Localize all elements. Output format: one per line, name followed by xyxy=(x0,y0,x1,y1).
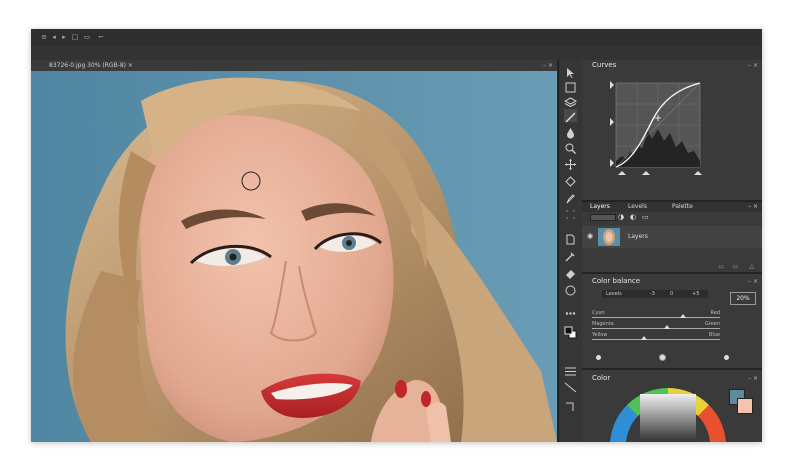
layers-tool-icon[interactable] xyxy=(563,94,578,108)
layer-link-icon[interactable]: ▭ xyxy=(642,213,649,221)
color-panel-title: Color xyxy=(592,374,611,382)
line-tool-icon[interactable] xyxy=(564,379,577,393)
zoom-tool-icon[interactable] xyxy=(564,140,577,154)
curves-panel-title: Curves xyxy=(592,61,617,69)
levels-value-2[interactable]: 0 xyxy=(670,290,673,298)
layers-panel-controls[interactable]: – × xyxy=(748,203,758,210)
color-balance-panel-header: Color balance – × xyxy=(582,276,762,287)
tab-levels[interactable]: Levels xyxy=(628,203,647,210)
eyedropper-tool-icon[interactable] xyxy=(564,248,577,262)
redo-icon[interactable]: ▸ xyxy=(60,33,68,41)
tab-layers[interactable]: Layers xyxy=(590,203,610,210)
duplicate-layer-icon[interactable]: ▭ xyxy=(732,263,738,270)
blue-label: Blue xyxy=(708,332,720,338)
magenta-green-thumb[interactable] xyxy=(664,325,670,329)
marquee-tool-icon[interactable] xyxy=(564,79,577,93)
dotted-separator-icon xyxy=(564,206,577,219)
drop-tool-icon[interactable] xyxy=(564,124,577,139)
move-tool-icon[interactable] xyxy=(564,156,577,170)
layers-panel-tabs: Layers Levels Palette – × xyxy=(582,202,762,212)
red-label: Red xyxy=(710,310,721,316)
shadows-radio[interactable] xyxy=(596,355,601,360)
crop-tool-icon[interactable] xyxy=(564,398,577,411)
color-balance-controls[interactable]: – × xyxy=(748,276,758,287)
tool-options-bar xyxy=(31,47,762,61)
layer-visibility-icon[interactable]: ◉ xyxy=(587,232,593,240)
cyan-red-slider[interactable]: Cyan Red xyxy=(592,310,720,320)
color-wheel[interactable] xyxy=(606,384,730,442)
tab-palette[interactable]: Palette xyxy=(672,203,693,210)
photo-editor-window: ≡ ◂ ▸ □ ▭ ⌐ 83726-0.jpg 30% (RGB-8) × – … xyxy=(31,29,762,442)
cyan-label: Cyan xyxy=(592,310,605,316)
menu-lines-icon[interactable] xyxy=(564,363,577,376)
new-layer-icon[interactable]: ▭ xyxy=(718,263,724,270)
save-icon[interactable]: ⌐ xyxy=(97,33,105,41)
levels-value-1[interactable]: -3 xyxy=(650,290,655,298)
cyan-red-thumb[interactable] xyxy=(680,314,686,318)
color-panel-header: Color – × xyxy=(582,373,762,384)
ellipse-tool-icon[interactable] xyxy=(564,282,577,296)
blend-mode-select[interactable] xyxy=(590,214,616,221)
document-tab-title: 83726-0.jpg 30% (RGB-8) × xyxy=(49,62,133,69)
curves-panel-header: Curves – × xyxy=(582,60,762,71)
move-arrow-tool-icon[interactable] xyxy=(564,64,577,78)
layer-name: Layers xyxy=(628,233,648,240)
brush-tool-icon[interactable] xyxy=(564,109,577,123)
layer-row[interactable]: ◉ Layers xyxy=(582,226,762,248)
delete-layer-icon[interactable]: △ xyxy=(749,263,754,270)
portrait-image xyxy=(31,71,557,442)
color-balance-title: Color balance xyxy=(592,277,641,285)
yellow-blue-slider[interactable]: Yellow Blue xyxy=(592,332,720,342)
pen-tool-icon[interactable] xyxy=(564,190,577,204)
panel-divider xyxy=(582,368,762,370)
new-file-icon[interactable]: □ xyxy=(71,33,79,41)
logo-icon: ≡ xyxy=(41,33,47,41)
more-tools-icon[interactable] xyxy=(564,305,577,318)
background-color-swatch[interactable] xyxy=(737,398,753,414)
curves-graph[interactable] xyxy=(582,71,762,201)
layer-effects-icon[interactable]: ◐ xyxy=(630,213,636,221)
top-menu-bar: ≡ ◂ ▸ □ ▭ ⌐ xyxy=(31,29,762,48)
yellow-label: Yellow xyxy=(592,332,608,338)
midtones-radio[interactable] xyxy=(660,355,665,360)
magenta-label: Magenta xyxy=(592,321,614,327)
undo-icon[interactable]: ◂ xyxy=(50,33,58,41)
magenta-green-slider[interactable]: Magenta Green xyxy=(592,321,720,331)
foreground-background-swatch-icon[interactable] xyxy=(564,324,577,339)
percent-box[interactable]: 20% xyxy=(730,292,756,305)
levels-row: Levels -3 0 +5 xyxy=(602,290,708,298)
layer-mask-icon[interactable]: ◑ xyxy=(618,213,624,221)
levels-label: Levels xyxy=(606,291,622,297)
layer-thumbnail xyxy=(598,228,620,246)
document-window-controls[interactable]: – × xyxy=(543,60,553,71)
layers-footer: ▭ ▭ △ xyxy=(582,263,762,271)
curves-panel-controls[interactable]: – × xyxy=(748,60,758,71)
color-panel-controls[interactable]: – × xyxy=(748,373,758,384)
eraser-tool-icon[interactable] xyxy=(564,265,577,279)
image-canvas[interactable] xyxy=(31,71,557,442)
yellow-blue-thumb[interactable] xyxy=(641,336,647,340)
green-label: Green xyxy=(704,321,720,327)
levels-value-3[interactable]: +5 xyxy=(692,290,699,298)
highlights-radio[interactable] xyxy=(724,355,729,360)
fill-tool-icon[interactable] xyxy=(564,173,577,187)
tools-panel xyxy=(558,60,583,442)
panel-divider xyxy=(582,272,762,274)
open-file-icon[interactable]: ▭ xyxy=(83,33,91,41)
document-tab[interactable]: 83726-0.jpg 30% (RGB-8) × – × xyxy=(31,60,557,71)
document-tool-icon[interactable] xyxy=(564,231,577,245)
right-panels: Curves – × Layers Levels Palette – × ◑ ◐… xyxy=(582,60,762,442)
